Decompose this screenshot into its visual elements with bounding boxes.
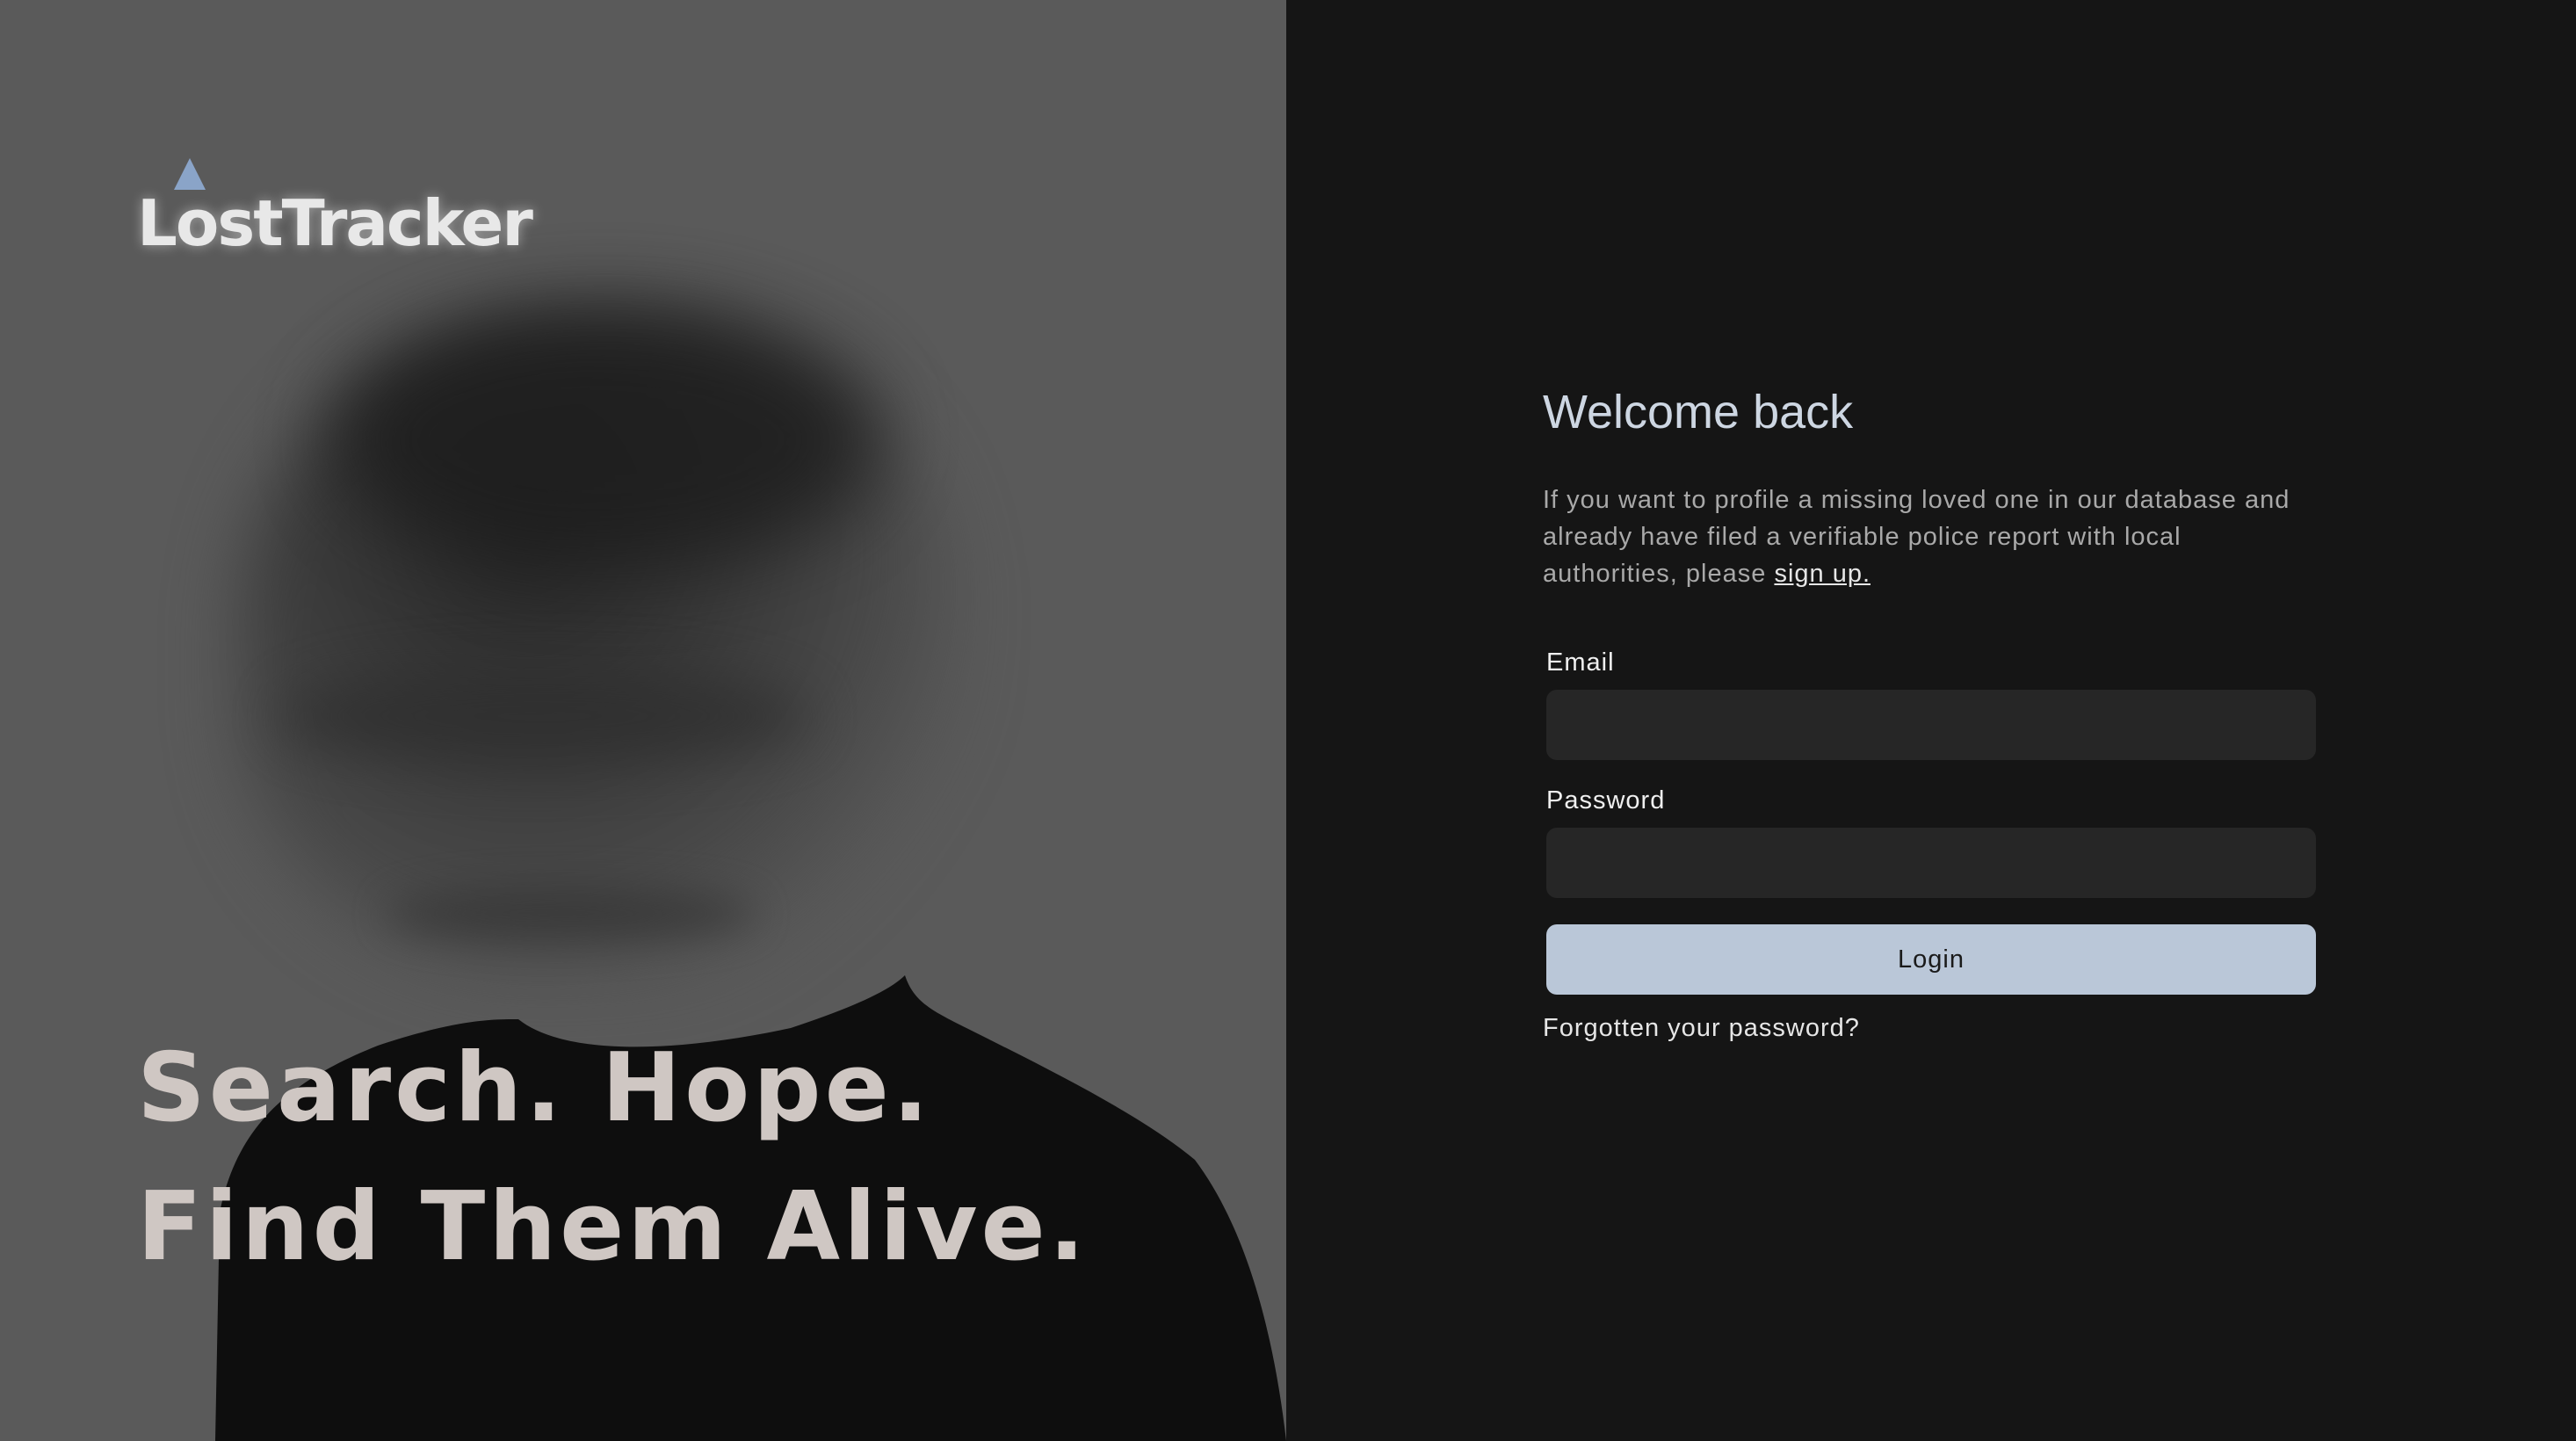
tagline-line-1: Search. Hope. — [137, 1033, 932, 1143]
tagline-line-2: Find Them Alive. — [137, 1172, 1089, 1282]
signup-intro-text: If you want to profile a missing loved o… — [1543, 482, 2319, 592]
intro-text: If you want to profile a missing loved o… — [1543, 486, 2290, 588]
password-field[interactable] — [1546, 828, 2316, 898]
login-panel: Welcome back If you want to profile a mi… — [1286, 0, 2576, 1441]
signup-link[interactable]: sign up. — [1774, 560, 1870, 588]
login-page: LostTracker Search. Hope. Find Them Aliv… — [0, 0, 2576, 1441]
login-button[interactable]: Login — [1546, 924, 2316, 995]
email-label: Email — [1546, 648, 1615, 677]
hero-tagline: Search. Hope. Find Them Alive. — [137, 1019, 1089, 1297]
page-title: Welcome back — [1543, 386, 1854, 438]
login-form: Welcome back If you want to profile a mi… — [1543, 383, 2319, 1043]
brand-logo[interactable]: LostTracker — [137, 158, 533, 255]
hero-panel: LostTracker Search. Hope. Find Them Aliv… — [0, 0, 1286, 1441]
forgot-password-link[interactable]: Forgotten your password? — [1543, 1014, 2319, 1043]
location-pointer-icon — [174, 158, 206, 190]
password-label: Password — [1546, 786, 1666, 815]
email-field[interactable] — [1546, 690, 2316, 760]
